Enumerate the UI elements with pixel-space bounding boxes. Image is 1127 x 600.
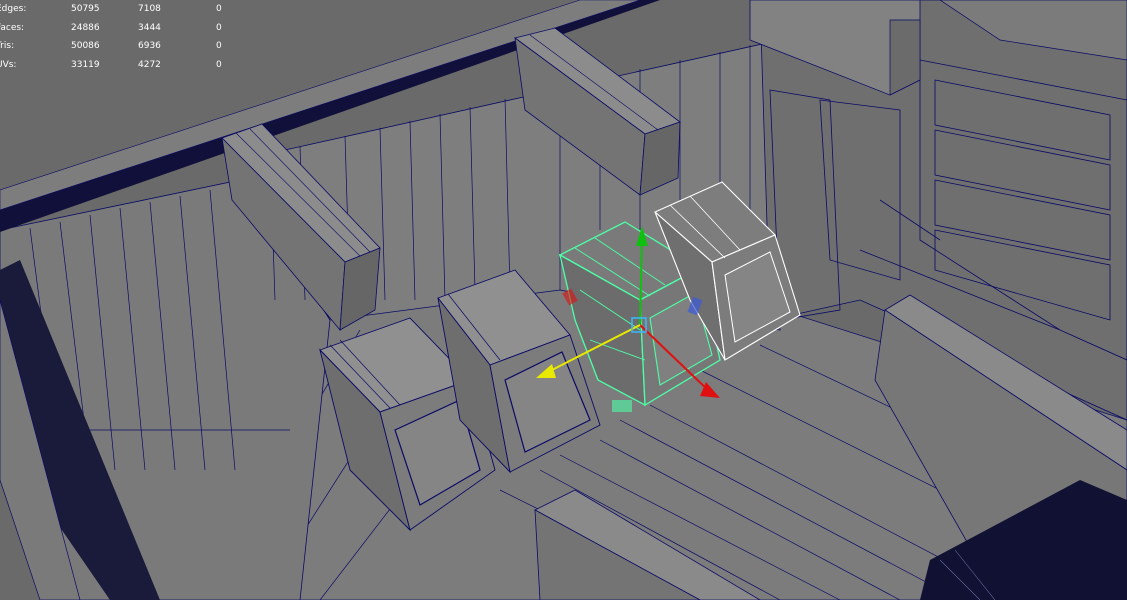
- hud-label: Faces:: [0, 22, 25, 33]
- hud-value-object: 24886: [71, 22, 100, 33]
- hud-value-selected: 4272: [138, 59, 161, 70]
- hud-value-components: 0: [216, 4, 222, 14]
- hud-label: UVs:: [0, 59, 17, 70]
- hud-value-components: 0: [216, 22, 222, 33]
- hud-label: Edges:: [0, 4, 27, 14]
- hud-value-object: 33119: [71, 59, 100, 70]
- hud-label: Tris:: [0, 41, 15, 52]
- hud-value-selected: 3444: [138, 22, 161, 33]
- hud-value-components: 0: [216, 59, 222, 70]
- hud-value-components: 0: [216, 41, 222, 52]
- hud-value-selected: 7108: [138, 4, 161, 14]
- hud-value-selected: 6936: [138, 41, 161, 52]
- hud-value-object: 50086: [71, 41, 100, 52]
- hud-value-object: 50795: [71, 4, 100, 14]
- 3d-viewport[interactable]: [0, 0, 1127, 600]
